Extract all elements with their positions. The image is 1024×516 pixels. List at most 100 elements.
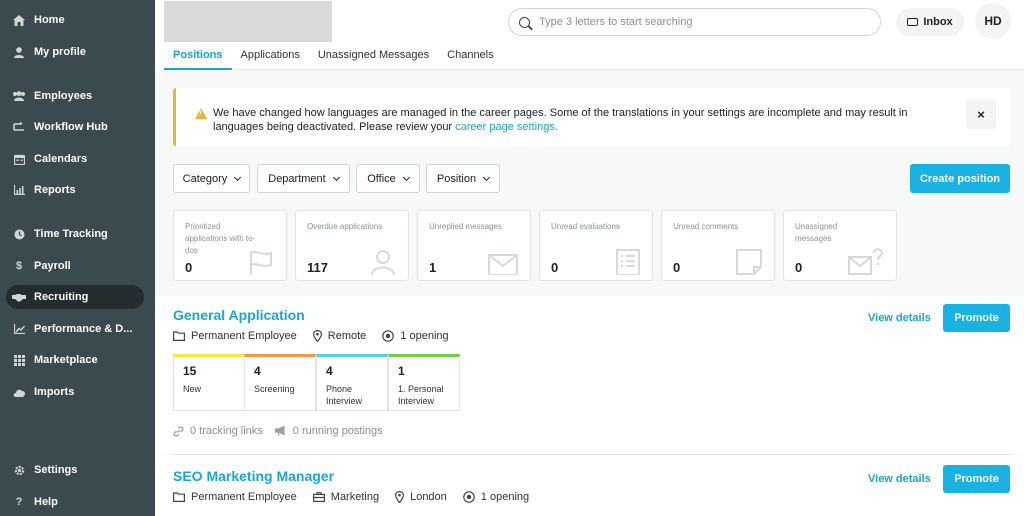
stat-unread-comments[interactable]: Unread comments 0 [661, 210, 775, 281]
location-label: London [410, 491, 447, 503]
link-icon [173, 425, 184, 437]
tab-unassigned-messages[interactable]: Unassigned Messages [309, 44, 438, 70]
position-links-row: 0 tracking links 0 running postings [173, 425, 395, 437]
stage-phone-interview[interactable]: 4 Phone Interview [316, 354, 388, 411]
position-meta: Permanent Employee Remote 1 opening [173, 330, 465, 342]
sidebar-item-time-tracking[interactable]: Time Tracking [6, 222, 144, 246]
sidebar-item-label: My profile [34, 46, 86, 58]
employment-type: Permanent Employee [173, 491, 297, 503]
envelope-question-icon [848, 247, 884, 278]
promote-button[interactable]: Promote [943, 465, 1010, 493]
employment-type: Permanent Employee [173, 330, 297, 342]
tracking-links[interactable]: 0 tracking links [173, 425, 263, 437]
position-filter-label: Position [436, 172, 477, 185]
sidebar-item-payroll[interactable]: $ Payroll [6, 254, 144, 278]
position-department: Marketing [312, 491, 379, 503]
stat-overdue-applications[interactable]: Overdue applications 117 [295, 210, 409, 281]
sidebar-item-label: Calendars [34, 153, 88, 165]
inbox-label: Inbox [923, 16, 953, 28]
sidebar-item-marketplace[interactable]: Marketplace [6, 348, 144, 372]
stage-label: Screening [254, 384, 295, 394]
stage-label: New [183, 384, 202, 394]
stat-label: Unreplied messages [429, 222, 502, 231]
warning-icon [195, 108, 207, 119]
search-input[interactable] [539, 16, 859, 28]
sidebar-item-label: Payroll [34, 260, 71, 272]
stat-value: 0 [185, 260, 193, 275]
sidebar-item-label: Marketplace [34, 354, 98, 366]
sidebar-item-workflow-hub[interactable]: Workflow Hub [6, 115, 144, 139]
stage-count: 4 [326, 364, 333, 378]
question-icon: ? [15, 496, 23, 508]
search-icon [519, 16, 530, 28]
view-details-link[interactable]: View details [868, 312, 931, 324]
stat-label: Unread evaluations [551, 222, 620, 231]
openings-label: 1 opening [400, 330, 449, 342]
sidebar-item-label: Performance & D... [34, 323, 133, 335]
tab-positions[interactable]: Positions [164, 44, 232, 70]
stage-screening[interactable]: 4 Screening [244, 354, 316, 411]
sidebar-item-home[interactable]: Home [6, 8, 144, 32]
alert-text: We have changed how languages are manage… [213, 107, 908, 133]
inbox-button[interactable]: Inbox [896, 8, 964, 36]
stage-personal-interview[interactable]: 1 1. Personal Interview [388, 354, 460, 411]
employment-type-label: Permanent Employee [191, 491, 297, 503]
view-details-link[interactable]: View details [868, 473, 931, 485]
stat-prioritized-applications[interactable]: Prioritized applications with to-dos 0 [173, 210, 287, 281]
stage-new[interactable]: 15 New [173, 354, 245, 411]
running-postings[interactable]: 0 running postings [274, 425, 383, 437]
avatar[interactable]: HD [975, 3, 1011, 39]
stat-value: 0 [673, 260, 681, 275]
sidebar: Home My profile Employees Workflow Hub C… [0, 0, 155, 516]
dollar-icon: $ [15, 260, 23, 272]
user-icon [12, 46, 26, 58]
chevron-down-icon [332, 173, 340, 181]
stage-label: 1. Personal Interview [398, 384, 444, 406]
location-pin-icon [395, 491, 405, 503]
sidebar-item-label: Help [34, 496, 58, 508]
sidebar-item-help[interactable]: ? Help [6, 490, 144, 514]
tab-applications[interactable]: Applications [232, 44, 309, 70]
chevron-down-icon [234, 173, 242, 181]
sidebar-item-performance[interactable]: Performance & D... [6, 317, 144, 341]
position-location: London [395, 491, 447, 503]
sidebar-item-calendars[interactable]: Calendars [6, 147, 144, 171]
promote-button[interactable]: Promote [943, 304, 1010, 332]
position-filter[interactable]: Position [426, 164, 500, 193]
tracking-links-label: 0 tracking links [190, 425, 263, 437]
tab-channels[interactable]: Channels [438, 44, 502, 70]
sidebar-item-recruiting[interactable]: Recruiting [6, 285, 144, 309]
comment-icon [736, 249, 762, 278]
stat-value: 117 [307, 260, 328, 275]
position-title[interactable]: General Application [173, 307, 305, 323]
create-position-button[interactable]: Create position [910, 164, 1010, 193]
sidebar-item-label: Settings [34, 464, 78, 476]
career-page-settings-link[interactable]: career page settings. [455, 121, 558, 133]
folder-icon [173, 331, 185, 341]
stat-label: Unassigned messages [795, 222, 838, 243]
position-title[interactable]: SEO Marketing Manager [173, 468, 334, 484]
sidebar-item-settings[interactable]: Settings [6, 458, 144, 482]
location-pin-icon [312, 330, 322, 342]
sidebar-item-reports[interactable]: Reports [6, 178, 144, 202]
chevron-down-icon [483, 173, 491, 181]
search-bar[interactable] [508, 8, 881, 36]
calendar-icon [12, 154, 26, 165]
alert-close-button[interactable]: × [966, 99, 996, 129]
briefcase-icon [312, 492, 325, 502]
target-icon [462, 491, 475, 503]
megaphone-icon [274, 426, 287, 436]
sidebar-item-employees[interactable]: Employees [6, 84, 144, 108]
stat-unread-evaluations[interactable]: Unread evaluations 0 [539, 210, 653, 281]
office-filter[interactable]: Office [356, 164, 420, 193]
department-filter[interactable]: Department [257, 164, 350, 193]
home-icon [12, 14, 26, 26]
stat-unassigned-messages[interactable]: Unassigned messages 0 [783, 210, 897, 281]
position-card [156, 455, 1024, 516]
category-filter[interactable]: Category [173, 164, 250, 193]
stat-value: 0 [551, 260, 559, 275]
sidebar-item-imports[interactable]: Imports [6, 380, 144, 404]
sidebar-item-my-profile[interactable]: My profile [6, 40, 144, 64]
openings-label: 1 opening [480, 491, 530, 503]
stat-unreplied-messages[interactable]: Unreplied messages 1 [417, 210, 531, 281]
